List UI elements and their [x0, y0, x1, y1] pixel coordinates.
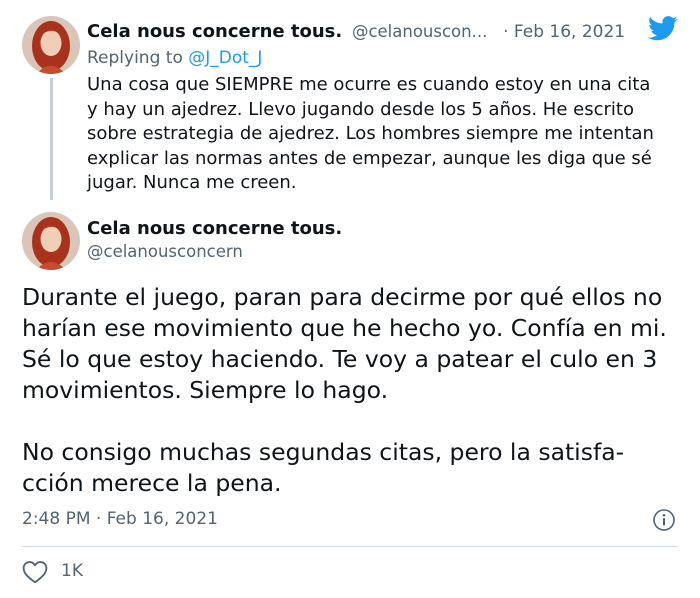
like-count[interactable]: 1K: [61, 559, 83, 583]
user-handle[interactable]: @celanousconcern: [87, 241, 243, 263]
avatar[interactable]: [22, 16, 80, 74]
mention-link[interactable]: @J_Dot_J: [188, 48, 262, 68]
tweet-paragraph: No consigo muchas segundas citas, pero l…: [22, 438, 625, 497]
replying-to-label: Replying to: [87, 48, 183, 68]
tweet-date[interactable]: · Feb 16, 2021: [503, 22, 625, 42]
tweet-paragraph: Durante el juego, paran para decirme por…: [22, 283, 667, 404]
display-name[interactable]: Cela nous concerne tous.: [87, 21, 342, 42]
twitter-bird-icon[interactable]: [648, 16, 678, 45]
divider: [22, 546, 678, 547]
user-handle[interactable]: @celanouscon...: [352, 22, 487, 41]
heart-icon[interactable]: [22, 560, 48, 588]
main-tweet-text: Durante el juego, paran para decirme por…: [22, 282, 682, 499]
thread-connector-line: [50, 78, 53, 200]
reply-tweet-header: Cela nous concerne tous. @celanouscon...…: [87, 19, 691, 45]
info-icon[interactable]: [652, 508, 676, 536]
display-name[interactable]: Cela nous concerne tous.: [87, 216, 342, 242]
avatar[interactable]: [22, 212, 80, 270]
tweet-timestamp[interactable]: 2:48 PM · Feb 16, 2021: [22, 507, 218, 531]
replying-to-line: Replying to @J_Dot_J: [87, 46, 262, 70]
reply-tweet-text: Una cosa que SIEMPRE me ocurre es cuando…: [87, 74, 654, 194]
